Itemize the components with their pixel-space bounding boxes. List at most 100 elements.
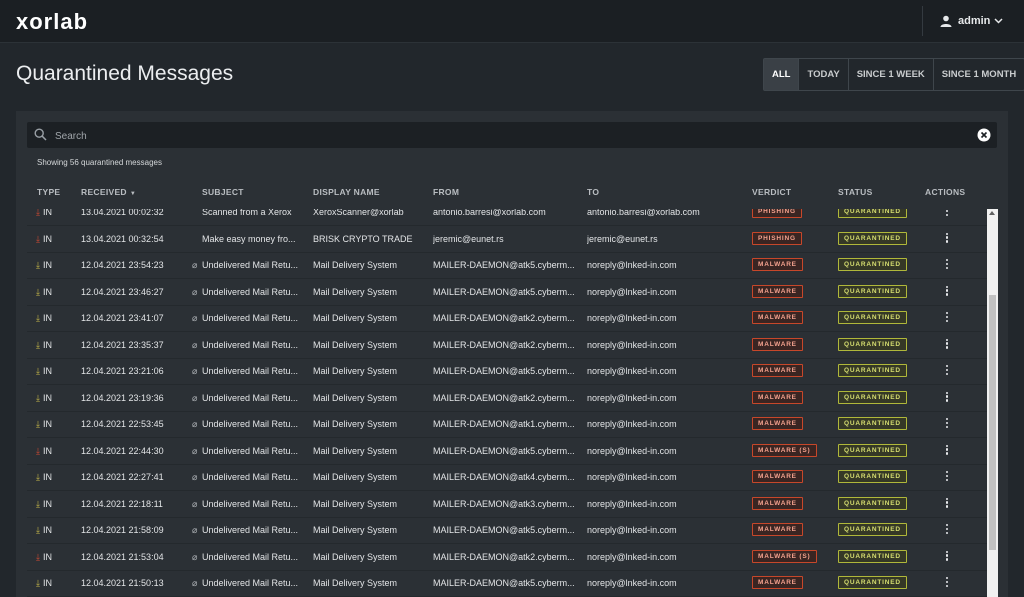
message-subject: ⌀ Undelivered Mail Retu... [192, 419, 302, 430]
inbound-arrow-icon: ⤓ [36, 419, 40, 429]
row-actions-menu-icon[interactable] [944, 444, 950, 457]
table-row[interactable]: ⤓ IN 12.04.2021 23:19:36 ⌀ Undelivered Mail … [27, 385, 989, 412]
message-display-name: Mail Delivery System [313, 366, 398, 376]
table-row[interactable]: ⤓ IN 13.04.2021 00:32:54 Make easy money fr… [27, 226, 989, 253]
status-badge: QUARANTINED [838, 417, 907, 430]
message-display-name: Mail Delivery System [313, 260, 398, 270]
row-actions-menu-icon[interactable] [944, 365, 950, 377]
message-subject: ⌀ Undelivered Mail Retu... [192, 313, 302, 324]
verdict-badge: MALWARE [752, 523, 803, 536]
app-logo[interactable]: xorlab [16, 9, 88, 35]
row-actions-menu-icon[interactable] [944, 338, 950, 351]
row-actions-menu-icon[interactable] [944, 497, 950, 510]
message-subject-text: Undelivered Mail Retu... [202, 472, 299, 482]
message-from: MAILER-DAEMON@atk5.cyberm... [433, 445, 575, 456]
message-type: ⤓ IN [36, 419, 52, 430]
table-row[interactable]: ⤓ IN 12.04.2021 21:58:09 ⌀ Undelivered Mail … [27, 517, 989, 544]
row-actions-menu-icon[interactable] [944, 209, 950, 218]
row-actions-menu-icon[interactable] [944, 577, 950, 589]
verdict-badge: MALWARE (S) [752, 549, 817, 563]
message-received: 12.04.2021 22:27:41 [81, 472, 164, 482]
table-row[interactable]: ⤓ IN 12.04.2021 21:53:04 ⌀ Undelivered Mail … [27, 544, 989, 571]
top-bar-divider [922, 6, 923, 36]
row-actions-menu-icon[interactable] [944, 312, 950, 324]
verdict-badge: PHISHING [752, 209, 802, 218]
user-name: admin [958, 15, 991, 27]
message-subject-text: Scanned from a Xerox [202, 209, 292, 217]
row-actions-menu-icon[interactable] [944, 550, 950, 563]
sort-desc-icon: ▼ [129, 191, 137, 197]
message-from: MAILER-DAEMON@atk5.cyberm... [433, 366, 575, 376]
user-menu[interactable]: admin [940, 13, 1009, 29]
row-actions-menu-icon[interactable] [944, 391, 950, 404]
attachment-icon: ⌀ [192, 498, 198, 509]
table-row[interactable]: ⤓ IN 12.04.2021 21:50:13 ⌀ Undelivered Mail … [27, 570, 989, 597]
table-row[interactable]: ⤓ IN 12.04.2021 22:53:45 ⌀ Undelivered Mail … [27, 411, 989, 438]
column-header-display-name[interactable]: DISPLAY NAME [313, 187, 380, 197]
message-type: ⤓ IN [36, 499, 52, 510]
filter-today-button[interactable]: TODAY [798, 59, 847, 90]
row-actions-menu-icon[interactable] [944, 285, 950, 298]
table-row[interactable]: ⤓ IN 12.04.2021 23:54:23 ⌀ Undelivered Mail … [27, 252, 989, 279]
message-received: 12.04.2021 23:35:37 [81, 339, 164, 350]
messages-table-body: ⤓ IN 13.04.2021 00:02:32 Scanned from a Xer… [27, 209, 989, 597]
message-display-name: Mail Delivery System [313, 578, 398, 588]
message-subject-text: Undelivered Mail Retu... [202, 260, 299, 270]
message-display-name: Mail Delivery System [313, 472, 398, 482]
filter-all-button[interactable]: ALL [764, 59, 799, 90]
message-subject-text: Undelivered Mail Retu... [202, 419, 299, 429]
column-header-status[interactable]: STATUS [838, 187, 873, 197]
filter-since-1-week-button[interactable]: SINCE 1 WEEK [847, 59, 933, 90]
scroll-up-arrow-icon[interactable] [989, 211, 995, 215]
scrollbar-thumb[interactable] [989, 295, 996, 550]
column-header-subject[interactable]: SUBJECT [202, 187, 244, 197]
attachment-icon: ⌀ [192, 260, 198, 270]
message-received: 13.04.2021 00:02:32 [81, 209, 164, 217]
message-display-name: Mail Delivery System [313, 339, 398, 350]
inbound-arrow-icon: ⤓ [36, 445, 40, 456]
inbound-arrow-icon: ⤓ [36, 339, 40, 350]
search-input[interactable] [53, 126, 957, 146]
scrollbar[interactable] [987, 209, 998, 597]
column-header-type[interactable]: TYPE [37, 187, 60, 197]
table-row[interactable]: ⤓ IN 12.04.2021 23:35:37 ⌀ Undelivered Mail … [27, 332, 989, 359]
attachment-icon: ⌀ [192, 392, 198, 403]
row-actions-menu-icon[interactable] [944, 418, 950, 430]
column-header-to[interactable]: TO [587, 187, 599, 197]
column-header-verdict[interactable]: VERDICT [752, 187, 791, 197]
message-from: antonio.barresi@xorlab.com [433, 209, 546, 217]
verdict-badge: MALWARE [752, 496, 803, 510]
inbound-arrow-icon: ⤓ [36, 551, 40, 562]
row-actions-menu-icon[interactable] [944, 259, 950, 271]
column-header-actions: ACTIONS [925, 187, 966, 197]
top-bar: xorlab admin [0, 0, 1024, 43]
row-actions-menu-icon[interactable] [944, 524, 950, 536]
message-from: MAILER-DAEMON@atk4.cyberm... [433, 472, 575, 482]
table-row[interactable]: ⤓ IN 12.04.2021 22:44:30 ⌀ Undelivered Mail … [27, 438, 989, 465]
message-type-label: IN [42, 419, 52, 429]
row-actions-menu-icon[interactable] [944, 471, 950, 483]
message-type: ⤓ IN [36, 209, 52, 218]
status-badge: QUARANTINED [838, 258, 907, 271]
messages-panel: Showing 56 quarantined messages TYPE REC… [16, 111, 1008, 597]
row-actions-menu-icon[interactable] [944, 232, 950, 245]
table-row[interactable]: ⤓ IN 12.04.2021 23:21:06 ⌀ Undelivered Mail … [27, 358, 989, 385]
message-subject: ⌀ Undelivered Mail Retu... [192, 287, 302, 298]
table-row[interactable]: ⤓ IN 12.04.2021 23:46:27 ⌀ Undelivered Mail … [27, 279, 989, 306]
table-row[interactable]: ⤓ IN 13.04.2021 00:02:32 Scanned from a Xer… [27, 209, 989, 226]
table-row[interactable]: ⤓ IN 12.04.2021 23:41:07 ⌀ Undelivered Mail … [27, 305, 989, 332]
filter-since-1-month-button[interactable]: SINCE 1 MONTH [932, 59, 1024, 90]
table-row[interactable]: ⤓ IN 12.04.2021 22:27:41 ⌀ Undelivered Mail … [27, 464, 989, 491]
table-row[interactable]: ⤓ IN 12.04.2021 22:18:11 ⌀ Undelivered Mail … [27, 491, 989, 518]
message-to: jeremic@eunet.rs [587, 233, 658, 244]
message-display-name: Mail Delivery System [313, 286, 398, 297]
column-header-received[interactable]: RECEIVED ▼ [81, 187, 136, 197]
inbound-arrow-icon: ⤓ [36, 366, 40, 376]
message-display-name: Mail Delivery System [313, 498, 398, 509]
message-subject-text: Undelivered Mail Retu... [202, 366, 299, 376]
column-header-from[interactable]: FROM [433, 187, 459, 197]
verdict-badge: MALWARE [752, 470, 803, 483]
attachment-icon: ⌀ [192, 578, 198, 588]
inbound-arrow-icon: ⤓ [36, 525, 40, 535]
clear-search-icon[interactable] [977, 128, 991, 142]
